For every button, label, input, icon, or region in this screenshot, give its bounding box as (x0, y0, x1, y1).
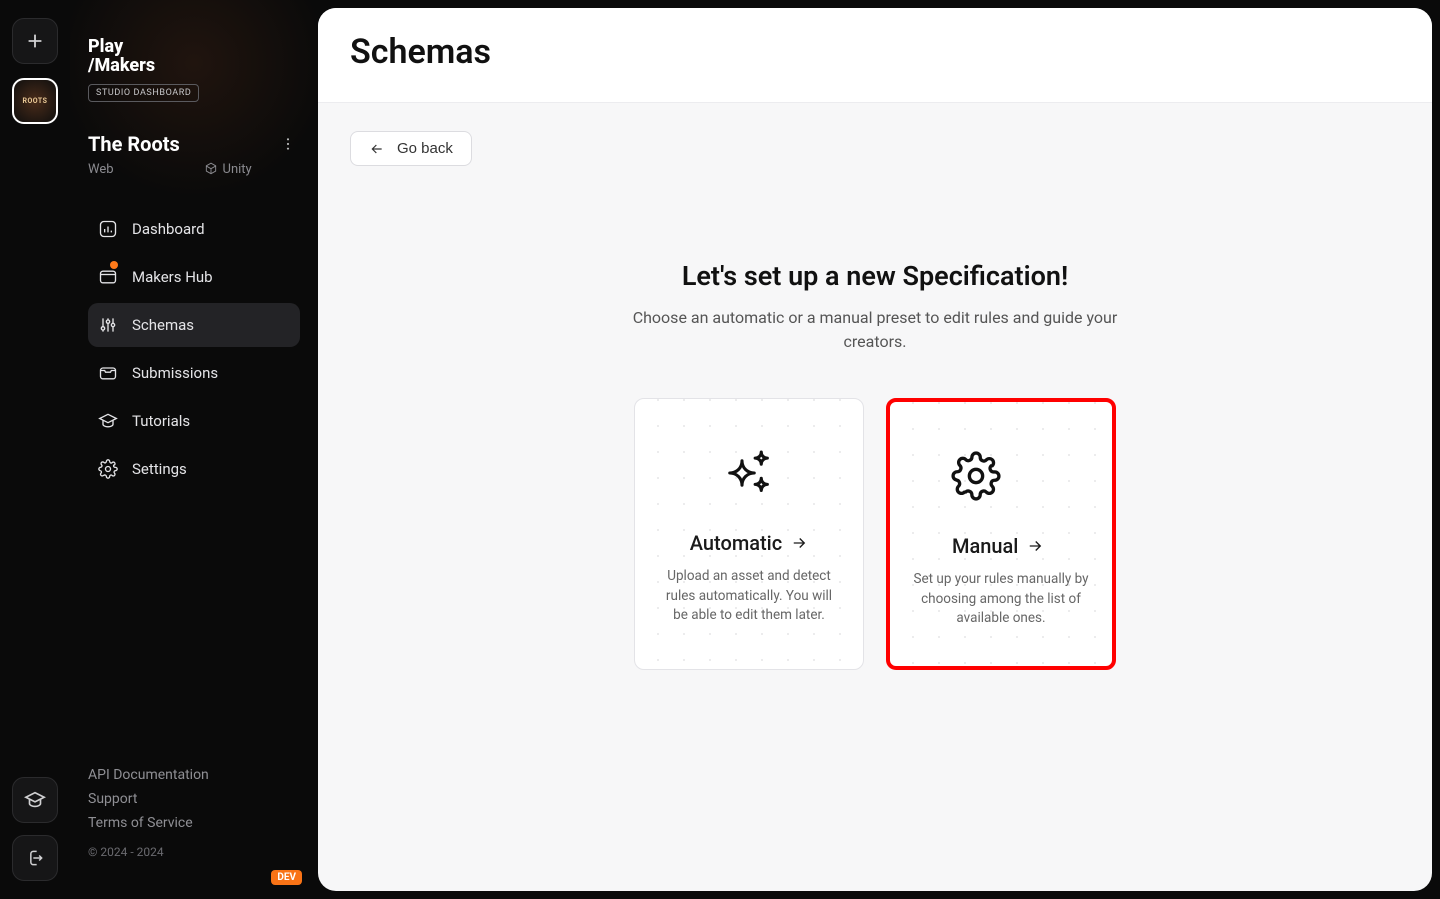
more-vertical-icon (280, 136, 296, 152)
footer-link-api[interactable]: API Documentation (88, 763, 300, 787)
project-name: The Roots (88, 132, 180, 156)
card-manual-desc: Set up your rules manually by choosing a… (912, 570, 1090, 629)
footer-link-support[interactable]: Support (88, 787, 300, 811)
go-back-label: Go back (397, 140, 453, 157)
nav-label: Tutorials (132, 412, 190, 430)
copyright: © 2024 - 2024 (88, 845, 300, 859)
help-button[interactable] (12, 777, 58, 823)
nav-item-tutorials[interactable]: Tutorials (88, 399, 300, 443)
browser-icon (98, 267, 118, 287)
setup-heading: Let's set up a new Specification! (350, 260, 1400, 292)
nav-item-schemas[interactable]: Schemas (88, 303, 300, 347)
card-manual[interactable]: Manual Set up your rules manually by cho… (886, 398, 1116, 670)
nav-label: Settings (132, 460, 187, 478)
card-manual-title: Manual (952, 534, 1018, 558)
brand-line-1: Play (88, 38, 300, 56)
arrow-left-icon (369, 141, 385, 157)
graduation-cap-icon (24, 789, 46, 811)
nav-label: Dashboard (132, 220, 205, 238)
dev-badge: DEV (271, 870, 302, 885)
nav-item-submissions[interactable]: Submissions (88, 351, 300, 395)
project-tile-the-roots[interactable]: ROOTS (12, 78, 58, 124)
card-automatic-title: Automatic (690, 531, 782, 555)
nav-label: Makers Hub (132, 268, 213, 286)
project-platform: Web (88, 162, 114, 177)
setup-subheading: Choose an automatic or a manual preset t… (615, 306, 1135, 354)
sidebar: Play /Makers STUDIO DASHBOARD The Roots … (70, 0, 318, 899)
nav-item-dashboard[interactable]: Dashboard (88, 207, 300, 251)
bar-chart-icon (98, 219, 118, 239)
go-back-button[interactable]: Go back (350, 131, 472, 166)
logout-button[interactable] (12, 835, 58, 881)
nav-label: Schemas (132, 316, 194, 334)
arrow-right-icon (790, 534, 808, 552)
nav-label: Submissions (132, 364, 218, 382)
cube-icon (204, 162, 218, 176)
arrow-right-icon (1026, 537, 1044, 555)
main-header: Schemas (318, 8, 1432, 103)
main-panel: Schemas Go back Let's set up a new Speci… (318, 8, 1432, 891)
brand-block: Play /Makers STUDIO DASHBOARD (88, 38, 300, 102)
inbox-icon (98, 363, 118, 383)
gear-icon (98, 459, 118, 479)
card-automatic-desc: Upload an asset and detect rules automat… (657, 567, 841, 626)
brand-line-2: /Makers (88, 56, 300, 76)
add-project-button[interactable] (12, 18, 58, 64)
sliders-icon (98, 315, 118, 335)
card-automatic[interactable]: Automatic Upload an asset and detect rul… (634, 398, 864, 670)
dashboard-badge: STUDIO DASHBOARD (88, 84, 199, 102)
gear-icon (951, 451, 1001, 501)
footer-link-tos[interactable]: Terms of Service (88, 811, 300, 835)
sidebar-nav: Dashboard Makers Hub Schemas Submissions… (88, 207, 300, 491)
project-menu-button[interactable] (276, 132, 300, 156)
plus-icon (24, 30, 46, 52)
sparkles-icon (721, 445, 777, 501)
app-rail: ROOTS (0, 0, 70, 899)
project-engine: Unity (204, 162, 252, 177)
nav-item-makers-hub[interactable]: Makers Hub (88, 255, 300, 299)
nav-item-settings[interactable]: Settings (88, 447, 300, 491)
page-title: Schemas (350, 32, 1400, 72)
project-tile-label: ROOTS (22, 97, 47, 105)
graduation-cap-icon (98, 411, 118, 431)
notification-dot-icon (110, 261, 118, 269)
logout-icon (25, 848, 45, 868)
